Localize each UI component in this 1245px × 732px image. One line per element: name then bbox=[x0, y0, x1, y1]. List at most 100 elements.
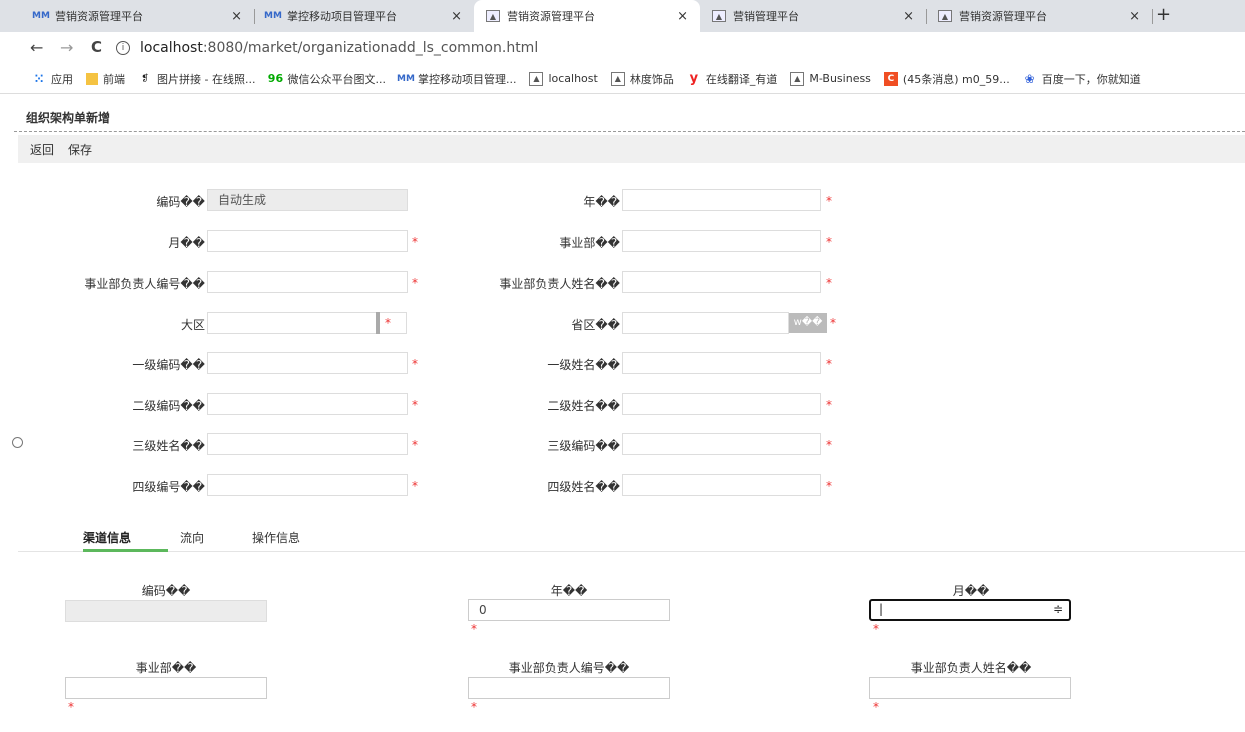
active-tab-indicator bbox=[83, 549, 168, 552]
division-head-code-field[interactable] bbox=[207, 271, 408, 293]
required-mark: * bbox=[412, 357, 418, 371]
province-field[interactable] bbox=[622, 312, 789, 334]
channel-division-field[interactable] bbox=[65, 677, 267, 699]
level3-code-label: 三级编码�� bbox=[547, 439, 620, 453]
month-label: 月�� bbox=[168, 236, 205, 250]
browser-tab[interactable]: ▲ 营销资源管理平台 × bbox=[926, 0, 1153, 32]
close-tab-icon[interactable]: × bbox=[677, 9, 688, 24]
back-button[interactable]: 返回 bbox=[30, 141, 54, 158]
bookmark-label: 百度一下，你就知道 bbox=[1041, 72, 1141, 86]
required-mark: * bbox=[826, 194, 832, 208]
tab-channel-info[interactable]: 渠道信息 bbox=[83, 529, 131, 546]
browser-toolbar: ← → C i localhost:8080/market/organizati… bbox=[0, 32, 1245, 64]
address-bar[interactable]: i localhost:8080/market/organizationadd_… bbox=[116, 36, 1241, 60]
url-path: :8080/market/organizationadd_ls_common.h… bbox=[202, 40, 539, 56]
channel-head-code-field[interactable] bbox=[468, 677, 670, 699]
browser-tab[interactable]: ▲ 营销管理平台 × bbox=[700, 0, 927, 32]
browser-tab-active[interactable]: ▲ 营销资源管理平台 × bbox=[474, 0, 700, 32]
page-title: 组织架构单新增 bbox=[26, 111, 111, 125]
required-mark: * bbox=[412, 235, 418, 249]
level4-name-label: 四级姓名�� bbox=[547, 480, 620, 494]
level2-code-label: 二级编码�� bbox=[132, 399, 205, 413]
pin-icon: ❡ bbox=[141, 73, 149, 84]
required-mark: * bbox=[826, 479, 832, 493]
month-field[interactable] bbox=[207, 230, 408, 252]
page-favicon-icon: ▲ bbox=[610, 71, 625, 86]
required-mark: * bbox=[471, 700, 477, 714]
close-tab-icon[interactable]: × bbox=[451, 9, 462, 24]
level4-name-field[interactable] bbox=[622, 474, 821, 496]
level3-name-field[interactable] bbox=[207, 433, 408, 455]
level1-code-field[interactable] bbox=[207, 352, 408, 374]
required-mark: * bbox=[873, 700, 879, 714]
level2-name-field[interactable] bbox=[622, 393, 821, 415]
folder-icon bbox=[86, 72, 98, 85]
level4-code-label: 四级编号�� bbox=[132, 480, 205, 494]
page-favicon-icon: ▲ bbox=[938, 10, 952, 22]
province-label: 省区�� bbox=[571, 318, 620, 332]
year-label: 年�� bbox=[583, 195, 620, 209]
region-field[interactable] bbox=[207, 312, 377, 334]
code-field: 自动生成 bbox=[207, 189, 408, 211]
page-favicon-icon: ▲ bbox=[712, 10, 726, 22]
level3-code-field[interactable] bbox=[622, 433, 821, 455]
level4-code-field[interactable] bbox=[207, 474, 408, 496]
bookmark-item[interactable]: ▲ M-Business bbox=[790, 71, 871, 86]
browser-tab[interactable]: MM 营销资源管理平台 × bbox=[22, 0, 255, 32]
level1-name-label: 一级姓名�� bbox=[547, 358, 620, 372]
province-picker-button[interactable]: w�� bbox=[789, 313, 827, 333]
required-mark: * bbox=[412, 438, 418, 452]
required-mark: * bbox=[826, 398, 832, 412]
bookmark-item[interactable]: y 在线翻译_有道 bbox=[687, 71, 778, 87]
bookmark-item[interactable]: 96 微信公众平台图文... bbox=[268, 71, 386, 87]
tab-operation-info[interactable]: 操作信息 bbox=[252, 529, 300, 546]
bookmark-label: 在线翻译_有道 bbox=[705, 72, 778, 86]
site-info-icon[interactable]: i bbox=[116, 41, 130, 55]
channel-code-field bbox=[65, 600, 267, 622]
select-arrows-icon: ≑ bbox=[1052, 602, 1063, 616]
tab-title: 营销资源管理平台 bbox=[959, 10, 1047, 23]
required-mark: * bbox=[826, 438, 832, 452]
youdao-icon: y bbox=[689, 71, 699, 86]
bookmark-item[interactable]: ▲ localhost bbox=[529, 71, 598, 86]
required-mark: * bbox=[830, 316, 836, 330]
channel-code-label: 编码�� bbox=[141, 584, 191, 598]
radio-button[interactable] bbox=[12, 437, 23, 448]
mm-logo-icon: MM bbox=[32, 11, 50, 21]
bookmark-item[interactable]: C (45条消息) m0_59... bbox=[883, 71, 1010, 87]
channel-month-label: 月�� bbox=[952, 584, 990, 598]
division-head-name-field[interactable] bbox=[622, 271, 821, 293]
bookmark-folder[interactable]: 前端 bbox=[86, 71, 125, 87]
close-tab-icon[interactable]: × bbox=[903, 9, 914, 24]
close-tab-icon[interactable]: × bbox=[1129, 9, 1140, 24]
bookmark-apps[interactable]: ⁙ 应用 bbox=[32, 71, 73, 87]
select-value: | bbox=[879, 602, 884, 616]
tab-flow[interactable]: 流向 bbox=[180, 529, 204, 546]
bookmark-item[interactable]: MM 掌控移动项目管理... bbox=[397, 71, 516, 87]
channel-head-name-field[interactable] bbox=[869, 677, 1071, 699]
bookmark-item[interactable]: ▲ 林度饰品 bbox=[610, 71, 674, 87]
division-field[interactable] bbox=[622, 230, 821, 252]
reload-icon[interactable]: C bbox=[91, 38, 102, 56]
back-arrow-icon[interactable]: ← bbox=[30, 38, 43, 57]
level2-code-field[interactable] bbox=[207, 393, 408, 415]
bookmark-item[interactable]: ❀ 百度一下，你就知道 bbox=[1023, 71, 1141, 87]
required-mark: * bbox=[412, 276, 418, 290]
division-label: 事业部�� bbox=[559, 236, 620, 250]
level1-name-field[interactable] bbox=[622, 352, 821, 374]
tab-separator bbox=[1152, 9, 1153, 24]
bookmark-label: 前端 bbox=[103, 72, 125, 86]
channel-month-select[interactable]: | ≑ bbox=[869, 599, 1071, 621]
forward-arrow-icon[interactable]: → bbox=[60, 38, 73, 57]
mm-logo-icon: MM bbox=[397, 73, 415, 84]
browser-tab[interactable]: MM 掌控移动项目管理平台 × bbox=[254, 0, 474, 32]
tab-title: 营销资源管理平台 bbox=[507, 10, 595, 23]
year-field[interactable] bbox=[622, 189, 821, 211]
required-mark: * bbox=[826, 276, 832, 290]
new-tab-button[interactable]: + bbox=[1156, 4, 1171, 25]
close-tab-icon[interactable]: × bbox=[231, 9, 242, 24]
bookmark-item[interactable]: ❡ 图片拼接 - 在线照... bbox=[138, 71, 255, 87]
bookmarks-bar: ⁙ 应用 前端 ❡ 图片拼接 - 在线照... 96 微信公众平台图文... MM 掌控… bbox=[0, 64, 1245, 94]
save-button[interactable]: 保存 bbox=[68, 141, 92, 158]
channel-year-field[interactable]: 0 bbox=[468, 599, 670, 621]
